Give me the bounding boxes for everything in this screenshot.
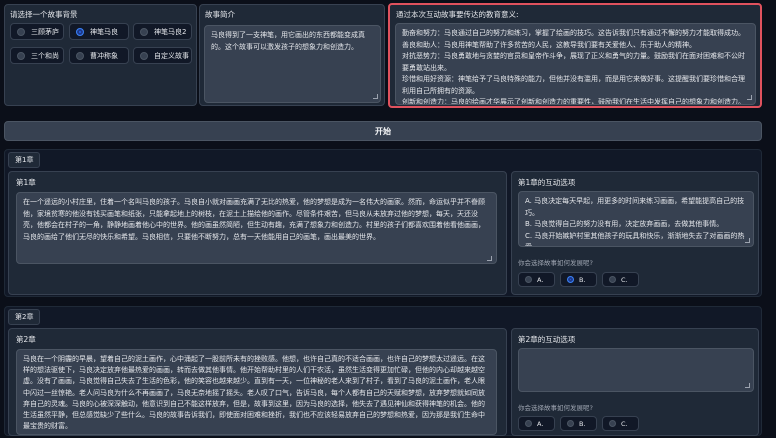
radio-dot-icon <box>17 51 25 60</box>
chapter2-choices-label: 第2章的互动选项 <box>518 335 576 344</box>
chapter2-story-panel: 第2章 马良在一个阴霾的早晨，望着自己的泥土画作，心中涌起了一股前所未有的挫败感… <box>8 328 507 436</box>
option-label: C. <box>621 275 628 284</box>
radio-dot-icon <box>76 51 84 60</box>
option-label: C. <box>621 419 628 428</box>
background-selector-panel: 请选择一个故事背景 三顾茅庐 神笔马良 神笔马良2 三个和尚 曹冲称象 自定义故… <box>4 4 197 106</box>
radio-dot-icon <box>140 27 148 36</box>
chapter2-question: 你会选择故事如何发展呢? <box>518 404 593 412</box>
resize-grip-icon[interactable] <box>745 238 750 243</box>
resize-grip-icon[interactable] <box>487 256 492 261</box>
radio-option-2[interactable]: 神笔马良2 <box>133 23 192 40</box>
radio-dot-icon <box>609 276 616 283</box>
chapter1-option-a[interactable]: A. <box>518 272 555 287</box>
radio-option-label: 曹冲称象 <box>90 51 118 60</box>
option-label: B. <box>579 275 586 284</box>
chapter1-section: 第1章 第1章 在一个遥远的小村庄里，住着一个名叫马良的孩子。马良自小就对画画充… <box>4 149 762 297</box>
resize-grip-icon[interactable] <box>747 95 752 100</box>
chapter1-story-label: 第1章 <box>16 178 36 187</box>
radio-option-label: 神笔马良 <box>90 27 118 36</box>
chapter2-option-c[interactable]: C. <box>602 416 639 431</box>
radio-option-0[interactable]: 三顾茅庐 <box>10 23 64 40</box>
chapter1-tab: 第1章 <box>8 152 41 168</box>
education-label: 通过本次互动故事要传达的教育意义: <box>396 10 519 19</box>
radio-dot-icon <box>609 420 616 427</box>
radio-option-label: 神笔马良2 <box>154 27 187 36</box>
radio-option-3[interactable]: 三个和尚 <box>10 47 64 64</box>
radio-dot-icon <box>567 276 574 283</box>
chapter1-question: 你会选择故事如何发展呢? <box>518 259 593 267</box>
chapter2-choices-textarea[interactable] <box>518 348 754 392</box>
radio-dot-icon <box>567 420 574 427</box>
story-intro-textarea[interactable]: 马良得到了一支神笔，用它画出的东西都能变成真的。这个故事可以激发孩子的想象力和创… <box>204 25 381 103</box>
chapter1-choices-panel: 第1章的互动选项 A. 马良决定每天早起，用更多的时间来练习画画，希望能提高自己… <box>511 171 759 295</box>
start-button[interactable]: 开始 <box>4 121 762 141</box>
resize-grip-icon[interactable] <box>373 94 378 99</box>
radio-dot-icon <box>525 420 532 427</box>
radio-dot-icon <box>17 27 25 36</box>
chapter2-choices-panel: 第2章的互动选项 你会选择故事如何发展呢? A. B. C. <box>511 328 759 436</box>
radio-option-label: 三个和尚 <box>31 51 59 60</box>
education-panel: 通过本次互动故事要传达的教育意义: 勤奋和努力：马良通过自己的努力和练习，掌握了… <box>388 3 762 108</box>
resize-grip-icon[interactable] <box>745 383 750 388</box>
story-intro-panel: 故事简介 马良得到了一支神笔，用它画出的东西都能变成真的。这个故事可以激发孩子的… <box>199 4 385 106</box>
chapter1-choices-label: 第1章的互动选项 <box>518 178 576 187</box>
radio-dot-icon <box>525 276 532 283</box>
option-label: A. <box>537 275 544 284</box>
radio-dot-icon <box>140 51 148 60</box>
chapter2-option-b[interactable]: B. <box>560 416 597 431</box>
chapter2-story-textarea[interactable]: 马良在一个阴霾的早晨，望着自己的泥土画作，心中涌起了一股前所未有的挫败感。他想，… <box>16 349 497 435</box>
chapter1-option-c[interactable]: C. <box>602 272 639 287</box>
chapter2-option-a[interactable]: A. <box>518 416 555 431</box>
chapter1-story-panel: 第1章 在一个遥远的小村庄里，住着一个名叫马良的孩子。马良自小就对画画充满了无比… <box>8 171 507 295</box>
option-label: B. <box>579 419 586 428</box>
radio-option-4[interactable]: 曹冲称象 <box>69 47 129 64</box>
chapter1-option-b[interactable]: B. <box>560 272 597 287</box>
option-label: A. <box>537 419 544 428</box>
radio-option-label: 三顾茅庐 <box>31 27 59 36</box>
chapter1-choices-textarea[interactable]: A. 马良决定每天早起，用更多的时间来练习画画，希望能提高自己的技巧。 B. 马… <box>518 191 754 247</box>
radio-option-5[interactable]: 自定义故事 <box>133 47 192 64</box>
story-intro-label: 故事简介 <box>205 10 235 19</box>
chapter2-section: 第2章 第2章 马良在一个阴霾的早晨，望着自己的泥土画作，心中涌起了一股前所未有… <box>4 306 762 436</box>
chapter2-tab: 第2章 <box>8 309 41 325</box>
education-textarea[interactable]: 勤奋和努力：马良通过自己的努力和练习，掌握了绘画的技巧。这告诉我们只有通过不懈的… <box>395 23 756 105</box>
radio-option-1[interactable]: 神笔马良 <box>69 23 129 40</box>
chapter2-story-label: 第2章 <box>16 335 36 344</box>
radio-option-label: 自定义故事 <box>154 51 189 60</box>
chapter1-story-textarea[interactable]: 在一个遥远的小村庄里，住着一个名叫马良的孩子。马良自小就对画画充满了无比的热爱，… <box>16 192 497 264</box>
radio-dot-icon <box>76 27 84 36</box>
background-selector-label: 请选择一个故事背景 <box>10 10 78 19</box>
